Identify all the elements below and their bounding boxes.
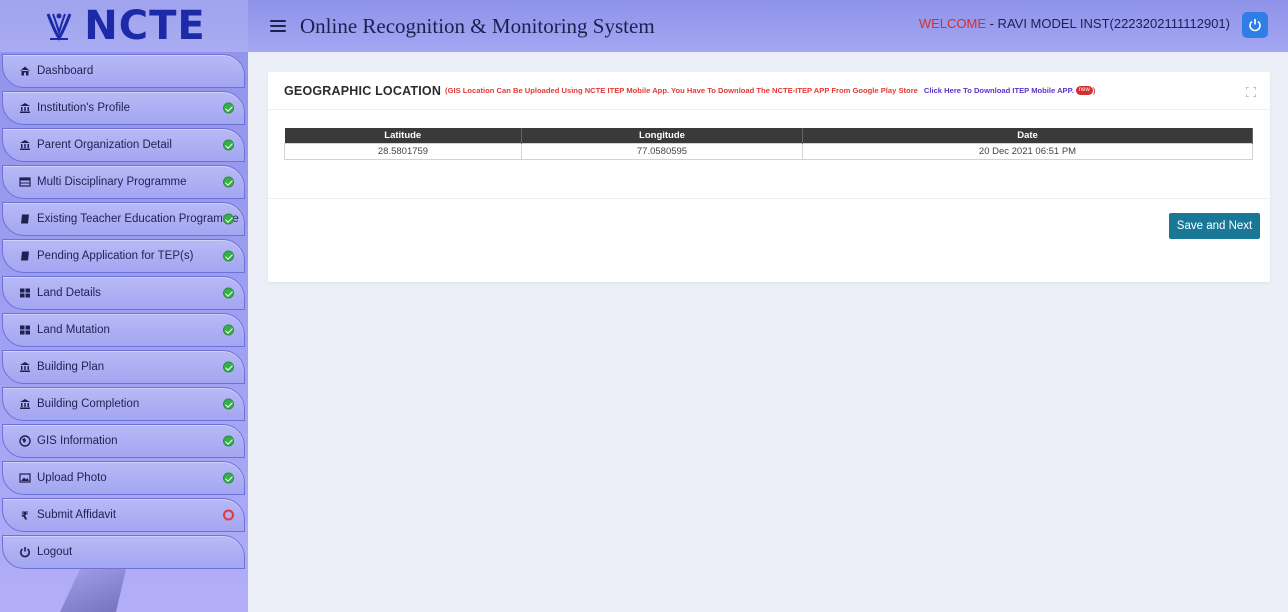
ncte-emblem-icon xyxy=(42,9,76,43)
check-circle-icon xyxy=(223,287,234,299)
check-circle-icon xyxy=(223,176,234,188)
table-row: 28.5801759 77.0580595 20 Dec 2021 06:51 … xyxy=(284,142,1253,160)
welcome-text: WELCOME - RAVI MODEL INST(22232021111129… xyxy=(919,16,1230,31)
header: Online Recognition & Monitoring System W… xyxy=(248,0,1288,52)
sidebar-item-building-plan[interactable]: Building Plan xyxy=(2,350,245,384)
check-circle-icon xyxy=(223,250,234,262)
rupee-icon: ₹ xyxy=(19,509,31,522)
welcome-user: - RAVI MODEL INST(2223202111112901) xyxy=(986,16,1230,31)
sidebar-item-label: Land Mutation xyxy=(37,324,110,336)
sidebar-item-label: GIS Information xyxy=(37,435,118,447)
gis-note: (GIS Location Can Be Uploaded Using NCTE… xyxy=(445,86,918,95)
card-divider xyxy=(268,198,1270,199)
sidebar-item-label: Logout xyxy=(37,546,73,558)
app-title: Online Recognition & Monitoring System xyxy=(300,13,655,38)
check-circle-icon xyxy=(223,102,234,114)
sidebar-item-label: Existing Teacher Education Programme xyxy=(37,213,239,225)
geographic-location-card: GEOGRAPHIC LOCATION (GIS Location Can Be… xyxy=(268,72,1270,282)
expand-icon[interactable] xyxy=(1245,84,1257,98)
menu-toggle-icon[interactable] xyxy=(270,20,286,32)
sidebar-item-label: Land Details xyxy=(37,287,101,299)
sidebar-menu: Dashboard Institution's Profile Parent Org… xyxy=(0,52,248,569)
home-icon xyxy=(19,65,31,77)
card-header: GEOGRAPHIC LOCATION (GIS Location Can Be… xyxy=(268,72,1270,110)
sidebar-item-label: Upload Photo xyxy=(37,472,107,484)
header-date: Date xyxy=(802,128,1253,143)
book-icon xyxy=(19,213,31,225)
sidebar-item-institution-s-profile[interactable]: Institution's Profile xyxy=(2,91,245,125)
bank-icon xyxy=(19,102,31,114)
location-table: Latitude Longitude Date 28.5801759 77.05… xyxy=(284,128,1253,160)
sidebar-item-pending-application-for-tep-s[interactable]: Pending Application for TEP(s) xyxy=(2,239,245,273)
card-title: GEOGRAPHIC LOCATION xyxy=(284,83,442,98)
cell-date: 20 Dec 2021 06:51 PM xyxy=(802,142,1253,160)
new-badge: new xyxy=(1075,86,1093,95)
sidebar-item-label: Institution's Profile xyxy=(37,102,130,114)
cell-longitude: 77.0580595 xyxy=(521,142,803,160)
bank-icon xyxy=(19,139,31,151)
globe-icon xyxy=(19,435,31,447)
power-button[interactable] xyxy=(1242,12,1268,38)
download-app-link[interactable]: Click Here To Download ITEP Mobile APP. xyxy=(924,86,1074,95)
grid-icon xyxy=(19,324,31,336)
sidebar-item-submit-affidavit[interactable]: ₹ Submit Affidavit xyxy=(2,498,245,532)
cell-latitude: 28.5801759 xyxy=(284,142,522,160)
sidebar-item-label: Building Completion xyxy=(37,398,140,410)
grid-icon xyxy=(19,287,31,299)
note-close-paren: ) xyxy=(1092,86,1096,95)
brand-logo[interactable]: NCTE xyxy=(0,0,248,52)
sidebar-item-land-details[interactable]: Land Details xyxy=(2,276,245,310)
table-icon xyxy=(19,176,31,188)
sidebar-item-gis-information[interactable]: GIS Information xyxy=(2,424,245,458)
sidebar-item-label: Parent Organization Detail xyxy=(37,139,172,151)
check-circle-icon xyxy=(223,435,234,447)
check-circle-icon xyxy=(223,361,234,373)
sidebar-item-multi-disciplinary-programme[interactable]: Multi Disciplinary Programme xyxy=(2,165,245,199)
header-latitude: Latitude xyxy=(284,128,522,143)
check-circle-icon xyxy=(223,398,234,410)
sidebar-item-label: Dashboard xyxy=(37,65,94,77)
power-icon xyxy=(1249,19,1261,32)
book-icon xyxy=(19,250,31,262)
bank-icon xyxy=(19,398,31,410)
brand-name: NCTE xyxy=(84,3,206,49)
sidebar-item-label: Building Plan xyxy=(37,361,105,373)
sidebar: NCTE Dashboard Institution's Profile Paren… xyxy=(0,0,248,612)
check-circle-icon xyxy=(223,472,234,484)
sidebar-item-parent-organization-detail[interactable]: Parent Organization Detail xyxy=(2,128,245,162)
power-icon xyxy=(19,546,31,558)
pending-circle-icon xyxy=(223,509,234,521)
check-circle-icon xyxy=(223,213,234,225)
header-longitude: Longitude xyxy=(521,128,803,143)
bank-icon xyxy=(19,361,31,373)
svg-text:₹: ₹ xyxy=(21,510,29,522)
save-and-next-button[interactable]: Save and Next xyxy=(1169,213,1260,239)
sidebar-item-existing-teacher-education-programme[interactable]: Existing Teacher Education Programme xyxy=(2,202,245,236)
sidebar-item-logout[interactable]: Logout xyxy=(2,535,245,569)
check-circle-icon xyxy=(223,139,234,151)
sidebar-item-label: Pending Application for TEP(s) xyxy=(37,250,194,262)
welcome-label: WELCOME xyxy=(918,16,986,31)
sidebar-item-label: Submit Affidavit xyxy=(37,509,117,521)
sidebar-item-land-mutation[interactable]: Land Mutation xyxy=(2,313,245,347)
location-table-wrap: Latitude Longitude Date 28.5801759 77.05… xyxy=(284,128,1253,160)
sidebar-item-dashboard[interactable]: Dashboard xyxy=(2,54,245,88)
image-icon xyxy=(19,472,31,484)
sidebar-item-building-completion[interactable]: Building Completion xyxy=(2,387,245,421)
check-circle-icon xyxy=(223,324,234,336)
sidebar-item-upload-photo[interactable]: Upload Photo xyxy=(2,461,245,495)
sidebar-item-label: Multi Disciplinary Programme xyxy=(37,176,187,188)
